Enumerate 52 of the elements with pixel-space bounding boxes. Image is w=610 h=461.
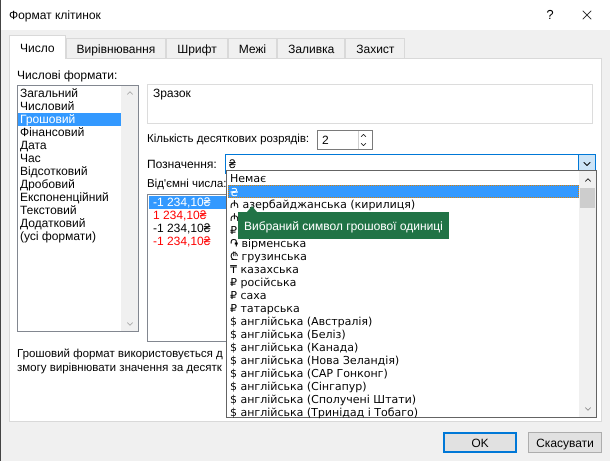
format-item[interactable]: (усі формати) bbox=[18, 230, 121, 243]
tab[interactable]: Вирівнювання bbox=[66, 38, 166, 58]
ok-button[interactable]: OK bbox=[443, 432, 517, 453]
negative-numbers-label: Від'ємні числа: bbox=[147, 177, 226, 192]
currency-option[interactable]: $ англійська (Сінгапур) bbox=[228, 380, 579, 393]
tab[interactable]: Заливка bbox=[277, 38, 346, 58]
symbol-label: Позначення: bbox=[147, 156, 218, 173]
format-item[interactable]: Дробовий bbox=[18, 178, 121, 191]
format-item[interactable]: Час bbox=[18, 152, 121, 165]
tooltip: Вибраний символ грошової одиниці bbox=[238, 212, 449, 239]
currency-option[interactable]: ₼ азербайджанська (кирилиця) bbox=[228, 198, 579, 211]
format-item[interactable]: Відсотковий bbox=[18, 165, 121, 178]
currency-option[interactable]: ₽ російська bbox=[228, 276, 579, 289]
format-item[interactable]: Числовий bbox=[18, 100, 121, 113]
decimal-places-label: Кількість десяткових розрядів: bbox=[147, 132, 310, 148]
currency-option[interactable]: $ англійська (Нова Зеландія) bbox=[228, 354, 579, 367]
format-item[interactable]: Експоненційний bbox=[18, 191, 121, 204]
currency-option[interactable]: $ англійська (Сполучені Штати) bbox=[228, 393, 579, 406]
currency-option[interactable]: ₽ саха bbox=[228, 289, 579, 302]
decimal-spinbox[interactable]: 2 bbox=[317, 130, 373, 150]
currency-option[interactable]: ₸ казахська bbox=[228, 263, 579, 276]
currency-option[interactable]: $ англійська (САР Гонконг) bbox=[228, 367, 579, 380]
currency-option[interactable]: ₾ грузинська bbox=[228, 250, 579, 263]
tab[interactable]: Захист bbox=[345, 38, 406, 58]
help-button[interactable]: ? bbox=[536, 3, 564, 27]
description-text: змогу вирівнювати значення за десятк bbox=[17, 361, 223, 375]
scroll-thumb[interactable] bbox=[580, 188, 595, 208]
format-item[interactable]: Загальний bbox=[18, 87, 121, 100]
format-item[interactable]: Дата bbox=[18, 139, 121, 152]
spin-up-icon[interactable] bbox=[359, 131, 368, 140]
cancel-button[interactable]: Скасувати bbox=[528, 432, 602, 453]
tab[interactable]: Число bbox=[9, 35, 66, 59]
currency-option[interactable]: $ англійська (Беліз) bbox=[228, 328, 579, 341]
spin-down-icon[interactable] bbox=[359, 140, 368, 149]
negative-format-item[interactable]: -1 234,10₴ bbox=[149, 235, 229, 248]
formats-label: Числові формати: bbox=[17, 67, 118, 83]
negative-format-item[interactable]: -1 234,10₴ bbox=[149, 222, 229, 235]
description-text: Грошовий формат використовується д bbox=[17, 347, 223, 361]
currency-option[interactable]: $ англійська (Австралія) bbox=[228, 315, 579, 328]
negative-format-item[interactable]: 1 234,10₴ bbox=[149, 209, 229, 222]
currency-option[interactable]: Немає bbox=[228, 172, 579, 185]
tab[interactable]: Межі bbox=[228, 38, 278, 58]
sample-label: Зразок bbox=[153, 86, 191, 100]
format-item[interactable]: Додатковий bbox=[18, 217, 121, 230]
currency-option[interactable]: $ англійська (Канада) bbox=[228, 341, 579, 354]
tab[interactable]: Шрифт bbox=[166, 38, 228, 58]
currency-option[interactable]: ֏ вірменська bbox=[228, 237, 579, 250]
currency-option[interactable]: $ англійська (Тринідад і Тобаго) bbox=[228, 406, 579, 419]
currency-option[interactable]: ₽ татарська bbox=[228, 302, 579, 315]
format-item[interactable]: Фінансовий bbox=[18, 126, 121, 139]
window-title: Формат клітинок bbox=[9, 7, 101, 24]
format-item[interactable]: Текстовий bbox=[18, 204, 121, 217]
